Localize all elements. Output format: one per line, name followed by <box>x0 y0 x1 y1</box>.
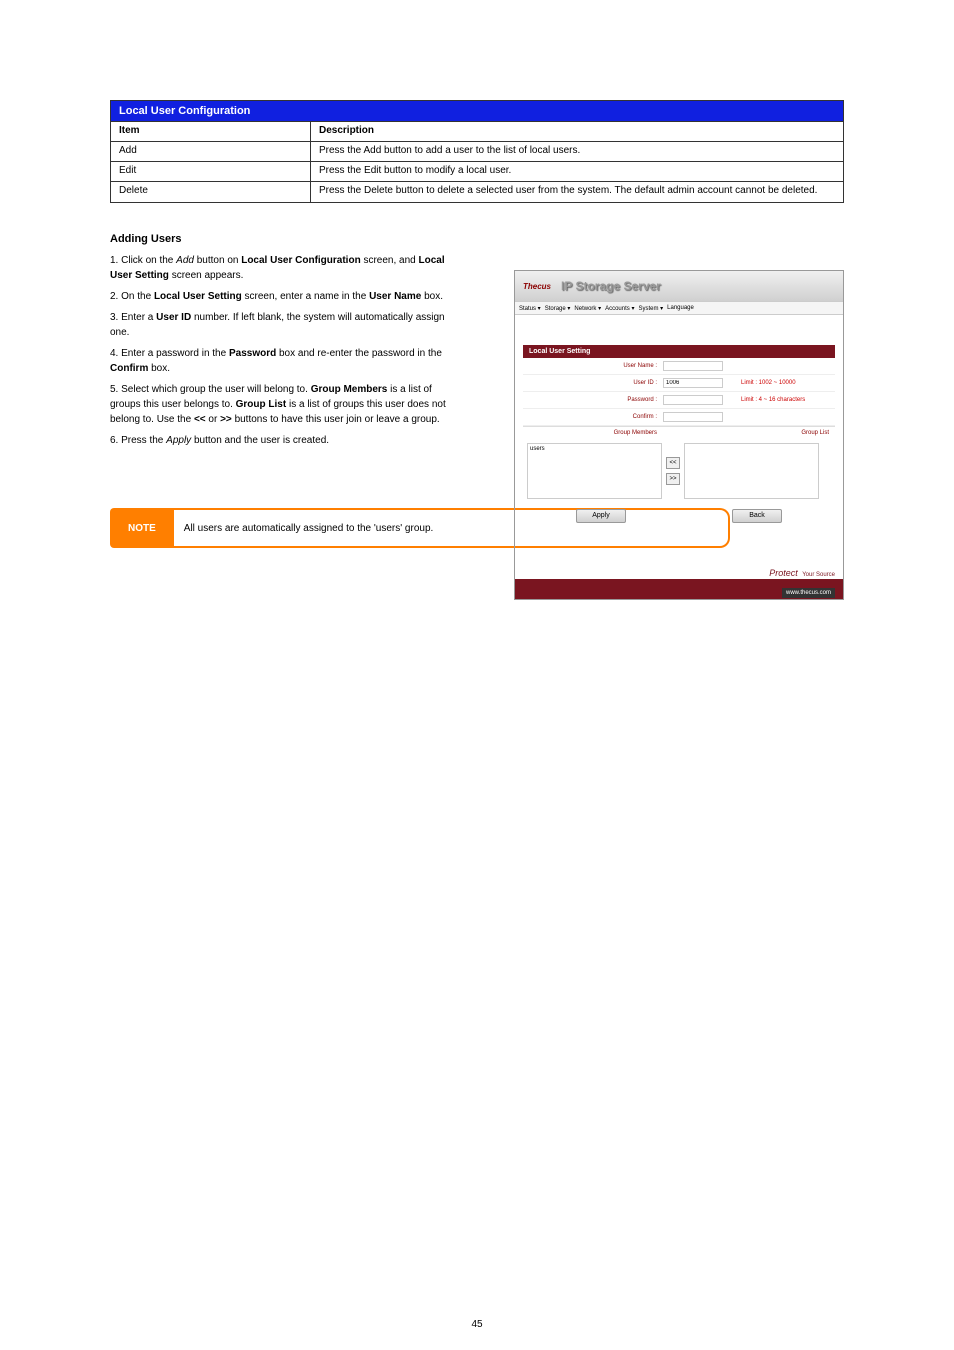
ss-menu-item[interactable]: Network ▾ <box>574 305 601 312</box>
cell-desc: Press the Delete button to delete a sele… <box>311 182 843 202</box>
cell-item: Edit <box>111 162 311 181</box>
ss-title: IP Storage Server <box>561 279 661 293</box>
cell-item: Add <box>111 142 311 161</box>
ss-menu: Status ▾ Storage ▾ Network ▾ Accounts ▾ … <box>515 301 843 315</box>
ss-group-members-label: Group Members <box>523 427 663 439</box>
ss-form-row: User ID : Limit : 1002 ~ 10000 <box>523 375 835 392</box>
ss-form-row: User Name : <box>523 358 835 375</box>
ss-password-hint: Limit : 4 ~ 16 characters <box>741 397 805 403</box>
ss-form-row: Confirm : <box>523 409 835 426</box>
ss-group-members-list[interactable]: users <box>527 443 662 499</box>
ss-menu-item[interactable]: Status ▾ <box>519 305 541 312</box>
ss-menu-item[interactable]: Accounts ▾ <box>605 305 634 312</box>
ss-password-label: Password : <box>523 397 663 403</box>
ss-username-input[interactable] <box>663 361 723 371</box>
ss-listbox-row: users << >> <box>523 439 835 503</box>
body-paragraph: 3. Enter a User ID number. If left blank… <box>110 310 455 340</box>
ss-group-headers: Group Members Group List <box>523 426 835 439</box>
ss-footer: Protect Your Source www.thecus.com <box>515 559 843 599</box>
ss-form-row: Password : Limit : 4 ~ 16 characters <box>523 392 835 409</box>
page-number: 45 <box>471 1319 482 1330</box>
ss-back-button[interactable]: Back <box>732 509 782 523</box>
ss-footer-brand: Protect <box>769 568 798 578</box>
ss-userid-label: User ID : <box>523 380 663 386</box>
body-paragraph: 2. On the Local User Setting screen, ent… <box>110 289 455 304</box>
config-table: Local User Configuration Item Descriptio… <box>110 100 844 203</box>
cell-item-header: Item <box>111 122 311 141</box>
cell-item: Delete <box>111 182 311 202</box>
ss-menu-item[interactable]: Storage ▾ <box>545 305 571 312</box>
section-heading: Adding Users <box>110 233 844 245</box>
ss-group-list-label: Group List <box>663 427 835 439</box>
cell-desc: Press the Add button to add a user to th… <box>311 142 843 161</box>
table-header: Local User Configuration <box>111 101 843 122</box>
cell-desc: Press the Edit button to modify a local … <box>311 162 843 181</box>
ss-header: Thecus IP Storage Server <box>515 271 843 301</box>
ss-button-row: Apply Back <box>523 503 835 529</box>
ss-panel-header: Local User Setting <box>523 345 835 358</box>
ss-password-input[interactable] <box>663 395 723 405</box>
ss-move-right-button[interactable]: >> <box>666 473 680 485</box>
table-row: Add Press the Add button to add a user t… <box>111 142 843 162</box>
table-row: Item Description <box>111 122 843 142</box>
ss-confirm-label: Confirm : <box>523 414 663 420</box>
body-paragraph: 4. Enter a password in the Password box … <box>110 346 455 376</box>
ss-logo: Thecus <box>523 282 551 291</box>
ss-menu-item[interactable]: System ▾ <box>638 305 663 312</box>
ss-group-list[interactable] <box>684 443 819 499</box>
ss-confirm-input[interactable] <box>663 412 723 422</box>
body-paragraph: 1. Click on the Add button on Local User… <box>110 253 455 283</box>
ss-footer-url: www.thecus.com <box>782 588 835 598</box>
ss-userid-input[interactable] <box>663 378 723 388</box>
ss-username-label: User Name : <box>523 363 663 369</box>
embedded-screenshot: Thecus IP Storage Server Status ▾ Storag… <box>514 270 844 600</box>
note-label: NOTE <box>110 508 174 548</box>
ss-userid-hint: Limit : 1002 ~ 10000 <box>741 380 796 386</box>
ss-apply-button[interactable]: Apply <box>576 509 626 523</box>
ss-move-left-button[interactable]: << <box>666 457 680 469</box>
cell-desc-header: Description <box>311 122 843 141</box>
table-row: Edit Press the Edit button to modify a l… <box>111 162 843 182</box>
ss-menu-item[interactable]: Language <box>667 305 694 311</box>
body-paragraph: 5. Select which group the user will belo… <box>110 382 455 427</box>
table-row: Delete Press the Delete button to delete… <box>111 182 843 202</box>
